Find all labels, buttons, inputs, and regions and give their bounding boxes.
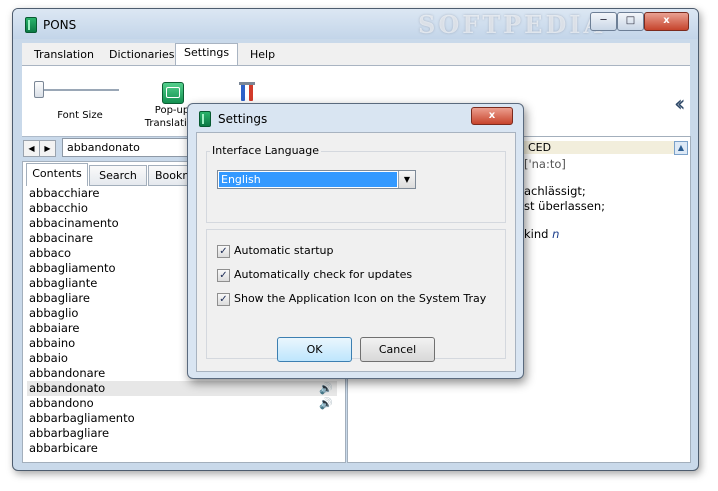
tray-icon-checkbox[interactable]: ✓ [217,293,230,306]
interface-language-label: Interface Language [210,144,322,157]
automatic-startup-label: Automatic startup [234,244,334,257]
tab-search[interactable]: Search [89,165,147,186]
speaker-icon[interactable]: 🔊 [319,381,333,396]
list-item[interactable]: abbandono 🔊 [27,396,337,411]
list-item[interactable]: abbarbicare [27,441,337,456]
entry-header: CED [524,141,680,154]
close-button[interactable]: x [644,12,689,31]
automatic-startup-checkbox[interactable]: ✓ [217,245,230,258]
softpedia-watermark: SOFTPEDIA [418,10,606,39]
check-updates-label: Automatically check for updates [234,268,413,281]
entry-translation-line: st überlassen; [524,199,606,213]
pons-app-icon [25,17,37,33]
back-arrow-icon[interactable]: ◀ [23,140,40,157]
list-item-label: abbandono [29,396,94,410]
check-updates-checkbox[interactable]: ✓ [217,269,230,282]
part-of-speech: n [552,227,560,241]
tab-dictionaries[interactable]: Dictionaries [107,46,176,64]
settings-dialog: Settings x Interface Language English ▼ … [187,103,524,379]
dialog-app-icon [199,111,211,127]
popup-translation-icon[interactable] [162,82,184,104]
speaker-icon[interactable]: 🔊 [319,396,333,411]
ok-button[interactable]: OK [277,337,352,362]
tab-help[interactable]: Help [248,46,277,64]
list-item-label: abbandonato [29,381,106,395]
entry-phonetic: ['na:to] [524,157,566,171]
dialog-body: Interface Language English ▼ ✓ Automatic… [196,132,516,372]
tab-settings[interactable]: Settings [175,43,239,65]
minimize-button[interactable]: ─ [590,12,617,31]
language-selected-value: English [219,172,397,187]
tab-contents[interactable]: Contents [26,163,88,186]
list-item[interactable]: abbarbagliare [27,426,337,441]
tab-translation[interactable]: Translation [32,46,96,64]
list-item-selected[interactable]: abbandonato 🔊 [27,381,337,396]
menu-bar: Translation Dictionaries Settings Help [22,43,690,66]
cancel-button[interactable]: Cancel [360,337,435,362]
entry-translation-line: kind n [524,227,559,241]
font-size-label: Font Size [57,110,103,121]
list-item[interactable]: abbarbagliamento [27,411,337,426]
chevron-down-icon[interactable]: ▼ [398,171,415,188]
dialog-close-button[interactable]: x [471,107,513,125]
window-title: PONS [43,18,77,32]
maximize-button[interactable]: □ [617,12,644,31]
scroll-up-icon[interactable]: ▲ [674,141,688,155]
entry-word: kind [524,227,549,241]
font-size-slider-track[interactable] [37,89,119,91]
dialog-title: Settings [218,112,268,126]
font-size-slider-thumb[interactable] [34,81,44,98]
forward-arrow-icon[interactable]: ▶ [39,140,56,157]
collapse-ribbon-button[interactable]: ‹‹ [674,92,685,117]
entry-translation-line: achlässigt; [524,184,586,198]
settings-tools-icon[interactable] [239,81,257,103]
language-dropdown[interactable]: English ▼ [217,170,416,189]
title-bar[interactable]: PONS SOFTPEDIA ─ □ x [13,9,698,39]
tray-icon-label: Show the Application Icon on the System … [234,292,487,305]
